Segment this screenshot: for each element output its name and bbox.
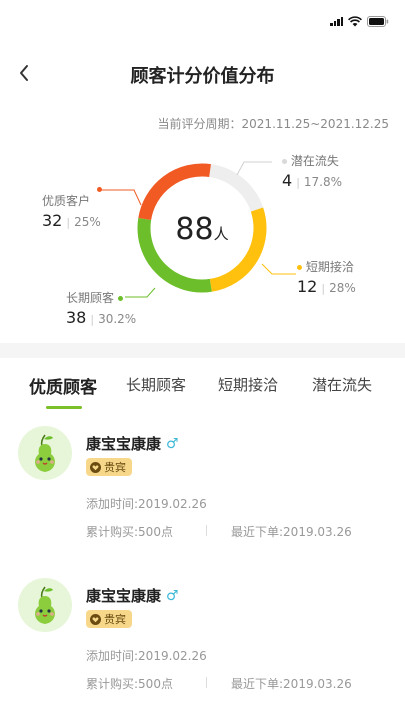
period-range: 2021.11.25~2021.12.25 [241,117,389,131]
donut-segment-potential-loss [208,164,264,212]
male-icon: ♂ [166,587,179,604]
last-order: 最近下单:2019.03.26 [231,525,352,539]
heart-badge-icon [90,461,101,473]
badge-label: 贵宾 [104,613,126,626]
customer-name: 康宝宝康康 [86,435,162,453]
page-title: 顾客计分价值分布 [130,66,275,87]
pear-mascot-icon [35,586,55,624]
status-bar [330,14,389,28]
tab-potential-loss[interactable]: 潜在流失 [312,374,372,395]
legend-short-term: 短期接洽 12 | 28% [297,260,356,296]
total-count: 88人 [137,212,267,247]
period-label: 当前评分周期： [157,117,242,131]
vip-badge: 贵宾 [86,458,132,476]
heart-badge-icon [90,613,101,625]
segment-name: 短期接洽 [305,260,354,274]
segment-count: 12 [297,277,318,296]
customer-card[interactable]: 康宝宝康康 ♂ 贵宾 添加时间:2019.02.26 累计购买:500点 最近下单… [0,426,405,556]
tab-long-term[interactable]: 长期顾客 [126,374,186,395]
added-time: 添加时间:2019.02.26 [86,649,207,663]
legend-potential-loss: 潜在流失 4 | 17.8% [282,154,343,190]
segment-name: 优质客户 [42,194,91,208]
segment-percent: 17.8% [303,175,343,189]
segment-percent: 30.2% [98,312,137,326]
legend-long-term: 长期顾客 38 | 30.2% [66,291,137,327]
legend-dot [117,296,123,301]
legend-dot [282,159,287,164]
segment-percent: 25% [74,215,101,229]
divider [206,677,207,688]
legend-dot [297,265,302,270]
legend-premium: 优质客户 32 | 25% [42,194,101,230]
legend-dot-premium [97,187,102,192]
customer-card[interactable]: 康宝宝康康 ♂ 贵宾 添加时间:2019.02.26 累计购买:500点 最近下单… [0,578,405,708]
tab-short-term[interactable]: 短期接洽 [218,374,278,395]
segment-percent: 28% [329,281,356,295]
segment-name: 潜在流失 [290,154,339,168]
total-number: 88 [175,212,214,247]
segment-count: 4 [282,171,293,190]
last-order: 最近下单:2019.03.26 [231,677,352,691]
avatar [18,426,72,480]
customer-name: 康宝宝康康 [86,587,162,605]
category-tabs: 优质顾客 长期顾客 短期接洽 潜在流失 [0,358,405,409]
total-purchase: 累计购买:500点 [86,677,173,691]
segment-name: 长期顾客 [66,291,115,305]
segment-count: 38 [66,308,87,327]
battery-icon [367,15,389,27]
badge-label: 贵宾 [104,461,126,474]
vip-badge: 贵宾 [86,610,132,628]
customer-name-row: 康宝宝康康 ♂ [86,585,179,606]
customer-name-row: 康宝宝康康 ♂ [86,433,179,454]
customer-list-panel: 优质顾客 长期顾客 短期接洽 潜在流失 康宝宝康康 ♂ 贵宾 添加时间:2019.… [0,358,405,720]
distribution-panel: 顾客计分价值分布 当前评分周期：2021.11.25~2021.12.25 88… [0,0,405,343]
total-unit: 人 [213,225,229,243]
divider [206,525,207,536]
tab-indicator [46,406,82,409]
rating-period: 当前评分周期：2021.11.25~2021.12.25 [158,115,389,132]
added-time: 添加时间:2019.02.26 [86,497,207,511]
pear-mascot-icon [35,434,55,472]
avatar [18,578,72,632]
wifi-icon [348,15,362,26]
total-purchase: 累计购买:500点 [86,525,173,539]
male-icon: ♂ [166,435,179,452]
signal-icon [330,16,343,26]
tab-premium[interactable]: 优质顾客 [29,373,97,398]
segment-count: 32 [42,211,63,230]
